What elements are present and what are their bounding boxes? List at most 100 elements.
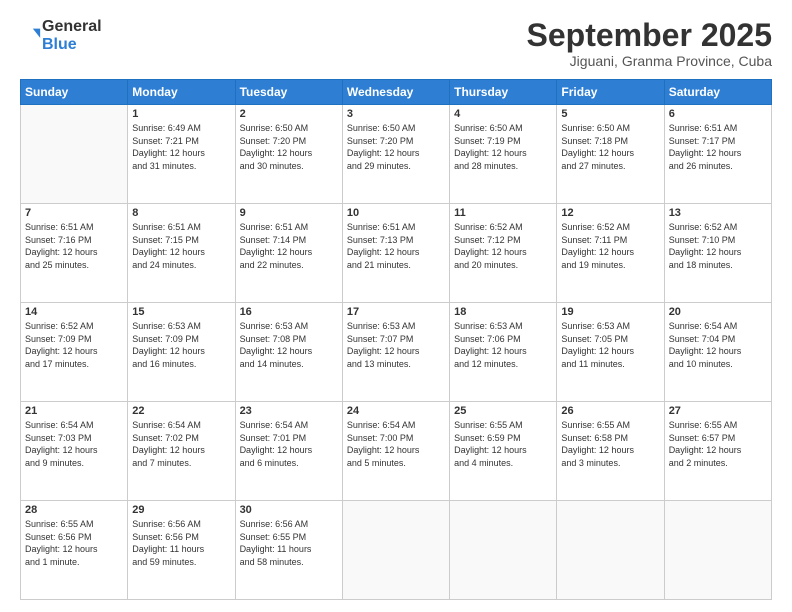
day-info: Sunrise: 6:54 AM Sunset: 7:03 PM Dayligh… xyxy=(25,419,123,469)
table-row: 9Sunrise: 6:51 AM Sunset: 7:14 PM Daylig… xyxy=(235,204,342,303)
day-info: Sunrise: 6:53 AM Sunset: 7:09 PM Dayligh… xyxy=(132,320,230,370)
table-row: 30 Sunrise: 6:56 AM Sunset: 6:55 PM Dayli… xyxy=(235,501,342,600)
table-row: 8 Sunrise: 6:51 AM Sunset: 7:15 PM Daylig… xyxy=(128,204,235,303)
table-row: 19 Sunrise: 6:53 AM Sunset: 7:05 PM Dayli… xyxy=(557,303,664,402)
day-number: 5 xyxy=(561,108,659,120)
table-row: 17Sunrise: 6:53 AM Sunset: 7:07 PM Dayli… xyxy=(342,303,449,402)
table-row: 28Sunrise: 6:55 AM Sunset: 6:56 PM Dayli… xyxy=(21,501,128,600)
day-info: Sunrise: 6:50 AM Sunset: 7:18 PM Dayligh… xyxy=(561,122,659,172)
day-info: Sunrise: 6:55 AM Sunset: 6:59 PM Dayligh… xyxy=(454,419,552,469)
weekday-saturday: Saturday xyxy=(664,80,771,105)
table-row: 2 Sunrise: 6:50 AM Sunset: 7:20 PM Daylig… xyxy=(235,105,342,204)
day-info: Sunrise: 6:55 AM Sunset: 6:57 PM Dayligh… xyxy=(669,419,767,469)
day-info: Sunrise: 6:51 AM Sunset: 7:13 PM Dayligh… xyxy=(347,221,445,271)
table-row: 16Sunrise: 6:53 AM Sunset: 7:08 PM Dayli… xyxy=(235,303,342,402)
day-info: Sunrise: 6:53 AM Sunset: 7:05 PM Dayligh… xyxy=(561,320,659,370)
table-row: 14 Sunrise: 6:52 AM Sunset: 7:09 PM Dayli… xyxy=(21,303,128,402)
table-row: 11 Sunrise: 6:52 AM Sunset: 7:12 PM Dayli… xyxy=(450,204,557,303)
table-row: 12 Sunrise: 6:52 AM Sunset: 7:11 PM Dayli… xyxy=(557,204,664,303)
logo-general: General xyxy=(42,18,102,35)
calendar: Sunday Monday Tuesday Wednesday Thursday… xyxy=(20,79,772,600)
table-row: 29 Sunrise: 6:56 AM Sunset: 6:56 PM Dayli… xyxy=(128,501,235,600)
table-row: 10 Sunrise: 6:51 AM Sunset: 7:13 PM Dayli… xyxy=(342,204,449,303)
table-row: 4Sunrise: 6:50 AM Sunset: 7:19 PM Daylig… xyxy=(450,105,557,204)
day-info: Sunrise: 6:55 AM Sunset: 6:58 PM Dayligh… xyxy=(561,419,659,469)
day-number: 17 xyxy=(347,306,445,318)
weekday-tuesday: Tuesday xyxy=(235,80,342,105)
day-number: 18 xyxy=(454,306,552,318)
day-number: 19 xyxy=(561,306,659,318)
table-row xyxy=(21,105,128,204)
table-row xyxy=(557,501,664,600)
day-info: Sunrise: 6:52 AM Sunset: 7:11 PM Dayligh… xyxy=(561,221,659,271)
table-row: 21Sunrise: 6:54 AM Sunset: 7:03 PM Dayli… xyxy=(21,402,128,501)
table-row: 7 Sunrise: 6:51 AM Sunset: 7:16 PM Daylig… xyxy=(21,204,128,303)
table-row: 24 Sunrise: 6:54 AM Sunset: 7:00 PM Dayli… xyxy=(342,402,449,501)
logo-blue: Blue xyxy=(42,36,77,53)
table-row: 15 Sunrise: 6:53 AM Sunset: 7:09 PM Dayli… xyxy=(128,303,235,402)
day-info: Sunrise: 6:56 AM Sunset: 6:55 PM Dayligh… xyxy=(240,518,338,568)
weekday-wednesday: Wednesday xyxy=(342,80,449,105)
day-number: 20 xyxy=(669,306,767,318)
table-row: 25 Sunrise: 6:55 AM Sunset: 6:59 PM Dayli… xyxy=(450,402,557,501)
table-row: 13 Sunrise: 6:52 AM Sunset: 7:10 PM Dayli… xyxy=(664,204,771,303)
day-number: 24 xyxy=(347,405,445,417)
day-number: 2 xyxy=(240,108,338,120)
day-number: 13 xyxy=(669,207,767,219)
table-row: 22 Sunrise: 6:54 AM Sunset: 7:02 PM Dayli… xyxy=(128,402,235,501)
day-info: Sunrise: 6:52 AM Sunset: 7:12 PM Dayligh… xyxy=(454,221,552,271)
day-info: Sunrise: 6:50 AM Sunset: 7:20 PM Dayligh… xyxy=(240,122,338,172)
table-row: 27 Sunrise: 6:55 AM Sunset: 6:57 PM Dayli… xyxy=(664,402,771,501)
table-row: 23 Sunrise: 6:54 AM Sunset: 7:01 PM Dayli… xyxy=(235,402,342,501)
table-row xyxy=(342,501,449,600)
day-info: Sunrise: 6:49 AM Sunset: 7:21 PM Dayligh… xyxy=(132,122,230,172)
day-info: Sunrise: 6:54 AM Sunset: 7:01 PM Dayligh… xyxy=(240,419,338,469)
day-info: Sunrise: 6:51 AM Sunset: 7:15 PM Dayligh… xyxy=(132,221,230,271)
table-row: 20Sunrise: 6:54 AM Sunset: 7:04 PM Dayli… xyxy=(664,303,771,402)
day-number: 8 xyxy=(132,207,230,219)
day-info: Sunrise: 6:50 AM Sunset: 7:20 PM Dayligh… xyxy=(347,122,445,172)
day-number: 26 xyxy=(561,405,659,417)
day-info: Sunrise: 6:51 AM Sunset: 7:16 PM Dayligh… xyxy=(25,221,123,271)
day-number: 10 xyxy=(347,207,445,219)
day-number: 3 xyxy=(347,108,445,120)
weekday-monday: Monday xyxy=(128,80,235,105)
day-info: Sunrise: 6:51 AM Sunset: 7:17 PM Dayligh… xyxy=(669,122,767,172)
day-number: 12 xyxy=(561,207,659,219)
day-info: Sunrise: 6:54 AM Sunset: 7:02 PM Dayligh… xyxy=(132,419,230,469)
logo-icon xyxy=(20,25,42,47)
day-info: Sunrise: 6:52 AM Sunset: 7:09 PM Dayligh… xyxy=(25,320,123,370)
day-info: Sunrise: 6:52 AM Sunset: 7:10 PM Dayligh… xyxy=(669,221,767,271)
day-number: 28 xyxy=(25,504,123,516)
table-row xyxy=(664,501,771,600)
day-info: Sunrise: 6:56 AM Sunset: 6:56 PM Dayligh… xyxy=(132,518,230,568)
calendar-body: 1Sunrise: 6:49 AM Sunset: 7:21 PM Daylig… xyxy=(21,105,772,600)
table-row: 18 Sunrise: 6:53 AM Sunset: 7:06 PM Dayli… xyxy=(450,303,557,402)
day-info: Sunrise: 6:54 AM Sunset: 7:00 PM Dayligh… xyxy=(347,419,445,469)
day-number: 22 xyxy=(132,405,230,417)
day-number: 30 xyxy=(240,504,338,516)
table-row: 5 Sunrise: 6:50 AM Sunset: 7:18 PM Daylig… xyxy=(557,105,664,204)
header: General Blue September 2025 Jiguani, Gra… xyxy=(20,18,772,69)
day-number: 27 xyxy=(669,405,767,417)
day-number: 4 xyxy=(454,108,552,120)
calendar-header: Sunday Monday Tuesday Wednesday Thursday… xyxy=(21,80,772,105)
weekday-friday: Friday xyxy=(557,80,664,105)
day-number: 25 xyxy=(454,405,552,417)
table-row: 1Sunrise: 6:49 AM Sunset: 7:21 PM Daylig… xyxy=(128,105,235,204)
page: General Blue September 2025 Jiguani, Gra… xyxy=(0,0,792,612)
table-row: 3 Sunrise: 6:50 AM Sunset: 7:20 PM Daylig… xyxy=(342,105,449,204)
day-number: 11 xyxy=(454,207,552,219)
day-number: 23 xyxy=(240,405,338,417)
table-row xyxy=(450,501,557,600)
day-number: 15 xyxy=(132,306,230,318)
page-subtitle: Jiguani, Granma Province, Cuba xyxy=(527,53,772,69)
day-number: 6 xyxy=(669,108,767,120)
day-info: Sunrise: 6:53 AM Sunset: 7:06 PM Dayligh… xyxy=(454,320,552,370)
day-number: 16 xyxy=(240,306,338,318)
weekday-thursday: Thursday xyxy=(450,80,557,105)
day-number: 7 xyxy=(25,207,123,219)
day-number: 29 xyxy=(132,504,230,516)
day-number: 14 xyxy=(25,306,123,318)
title-area: September 2025 Jiguani, Granma Province,… xyxy=(527,18,772,69)
